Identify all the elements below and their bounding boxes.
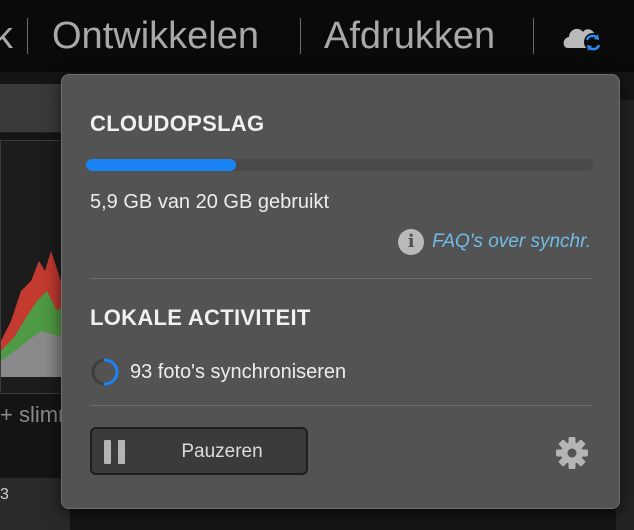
divider (90, 278, 592, 279)
sync-activity: 93 foto's synchroniseren (90, 357, 346, 387)
background-number: 3 (0, 486, 9, 503)
pause-button-label: Pauzeren (181, 441, 263, 462)
pause-icon (104, 440, 126, 464)
divider (90, 405, 592, 406)
info-icon: i (398, 229, 425, 255)
module-separator (533, 18, 534, 54)
spinner-icon (91, 358, 119, 386)
module-separator (300, 18, 301, 54)
module-separator (27, 18, 28, 54)
cloud-sync-icon[interactable] (560, 18, 606, 54)
storage-progress-fill (86, 159, 236, 171)
pause-button[interactable]: Pauzeren (90, 427, 308, 475)
faq-link[interactable]: FAQ's over synchr. (432, 231, 591, 253)
module-bar: k Ontwikkelen Afdrukken (0, 0, 634, 72)
storage-usage-text: 5,9 GB van 20 GB gebruikt (90, 191, 330, 213)
filmstrip (0, 478, 70, 530)
storage-progress-bar (86, 159, 594, 171)
cloud-sync-popover: CLOUDOPSLAG 5,9 GB van 20 GB gebruikt i … (61, 74, 620, 509)
gear-icon[interactable] (555, 436, 589, 470)
module-partial[interactable]: k (0, 14, 13, 58)
background-label: + slimr (0, 402, 66, 427)
faq-row: i FAQ's over synchr. (398, 229, 591, 255)
sync-status-text: 93 foto's synchroniseren (130, 360, 347, 383)
panel-header (0, 84, 70, 133)
module-print[interactable]: Afdrukken (324, 14, 495, 58)
histogram (0, 140, 70, 394)
module-develop[interactable]: Ontwikkelen (52, 14, 259, 58)
local-activity-title: LOKALE ACTIVITEIT (90, 305, 311, 330)
cloud-storage-title: CLOUDOPSLAG (90, 111, 265, 136)
